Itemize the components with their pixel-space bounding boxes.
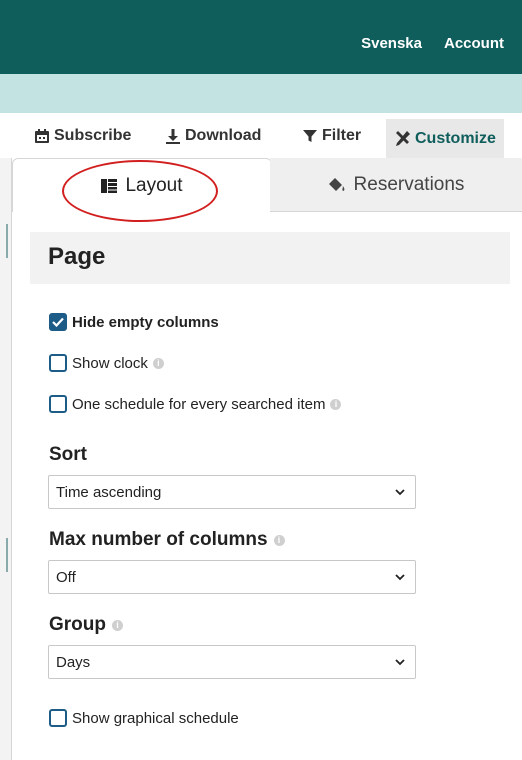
download-label: Download (185, 127, 262, 144)
filter-icon (303, 130, 317, 142)
group-label: Group i (49, 614, 123, 636)
chevron-down-icon (395, 573, 405, 580)
group-label-text: Group (49, 614, 106, 635)
page-section-header: Page (30, 232, 510, 284)
checkbox-checked-icon (49, 313, 67, 331)
sort-select-value: Time ascending (56, 483, 162, 501)
calendar-icon (35, 129, 49, 143)
max-columns-label: Max number of columns i (49, 529, 285, 551)
sort-label: Sort (49, 444, 87, 466)
chevron-down-icon (395, 658, 405, 665)
group-select[interactable]: Days (48, 645, 416, 679)
group-select-value: Days (56, 653, 91, 671)
info-icon[interactable]: i (273, 534, 285, 546)
settings-tabs: Layout Reservations (12, 158, 522, 212)
show-clock-checkbox[interactable]: Show clock i (49, 354, 164, 372)
language-link[interactable]: Svenska (361, 35, 422, 52)
download-button[interactable]: Download (165, 127, 261, 145)
tab-layout-label: Layout (125, 174, 183, 196)
customize-button[interactable]: Customize (386, 119, 504, 158)
paint-bucket-icon (328, 177, 344, 191)
one-schedule-label: One schedule for every searched item (72, 395, 326, 413)
chevron-down-icon (395, 488, 405, 495)
subheader-band (0, 74, 522, 113)
max-columns-label-text: Max number of columns (49, 529, 268, 550)
info-icon[interactable]: i (112, 619, 123, 631)
left-edge-panel (0, 158, 12, 760)
subscribe-label: Subscribe (54, 127, 132, 144)
filter-button[interactable]: Filter (302, 127, 361, 145)
tab-reservations-label: Reservations (353, 173, 465, 195)
edge-mark (6, 224, 8, 258)
account-link[interactable]: Account (444, 35, 504, 52)
filter-label: Filter (322, 127, 362, 144)
top-navigation-bar: Svenska Account (0, 0, 522, 74)
sort-select[interactable]: Time ascending (48, 475, 416, 509)
subscribe-button[interactable]: Subscribe (34, 127, 131, 145)
tab-reservations[interactable]: Reservations (270, 158, 522, 212)
checkbox-empty-icon (49, 709, 67, 727)
edge-mark (6, 538, 8, 572)
info-icon[interactable]: i (330, 398, 342, 410)
customize-label: Customize (415, 129, 496, 147)
toolbar: Subscribe Download Filter Customize (0, 113, 522, 158)
layout-icon (101, 178, 118, 193)
page-section-title: Page (48, 243, 106, 270)
sort-label-text: Sort (49, 444, 87, 465)
checkbox-empty-icon (49, 395, 67, 413)
checkbox-empty-icon (49, 354, 67, 372)
max-columns-select[interactable]: Off (48, 560, 416, 594)
one-schedule-checkbox[interactable]: One schedule for every searched item i (49, 395, 342, 413)
show-clock-label: Show clock (72, 354, 148, 372)
download-icon (166, 129, 180, 144)
top-links: Svenska Account (361, 35, 504, 52)
tools-icon (396, 131, 410, 146)
graphical-schedule-checkbox[interactable]: Show graphical schedule (49, 709, 239, 727)
graphical-schedule-label: Show graphical schedule (72, 709, 239, 727)
max-columns-select-value: Off (56, 568, 76, 586)
info-icon[interactable]: i (152, 357, 164, 369)
hide-empty-columns-checkbox[interactable]: Hide empty columns (49, 313, 219, 331)
hide-empty-columns-label: Hide empty columns (72, 313, 219, 331)
tab-layout[interactable]: Layout (12, 158, 272, 212)
